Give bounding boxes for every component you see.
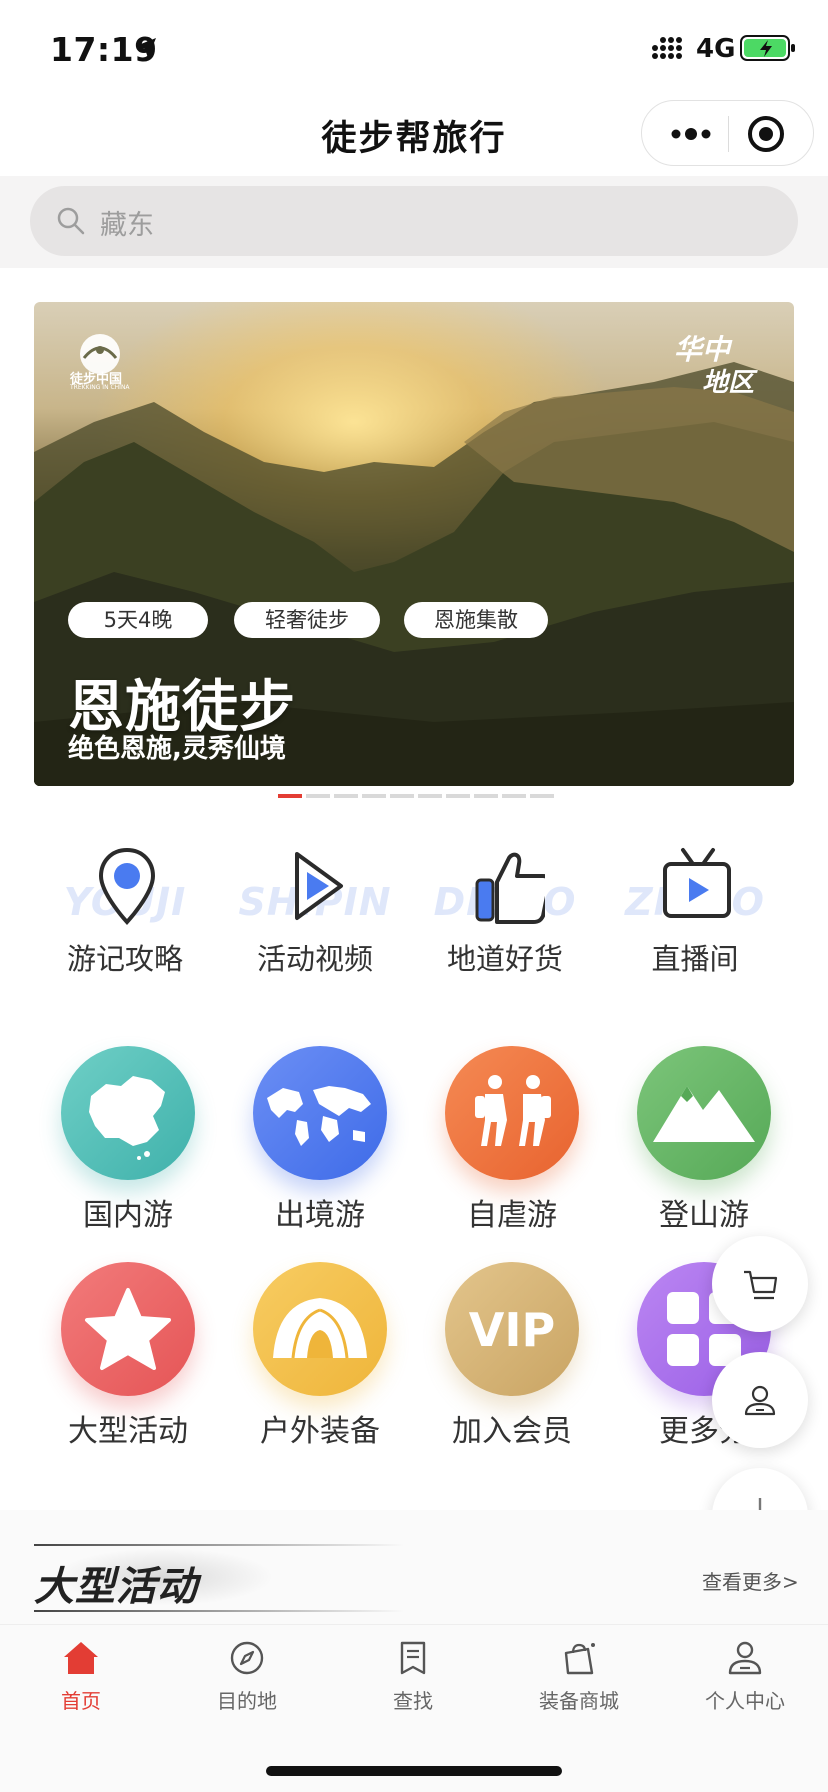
- svg-text:VIP: VIP: [469, 1303, 555, 1357]
- category-mountaineering[interactable]: 登山游: [606, 1046, 796, 1246]
- logo-subtext: TREKKING IN CHINA: [70, 384, 130, 391]
- play-icon: [295, 852, 343, 920]
- category-overseas[interactable]: 出境游: [222, 1046, 412, 1246]
- search-strip: 藏东: [0, 176, 828, 268]
- quick-label: 游记攻略: [66, 942, 183, 976]
- user-button[interactable]: [712, 1352, 808, 1448]
- signal-icon: [652, 37, 682, 59]
- vip-icon: VIP: [445, 1262, 579, 1396]
- region-label: 华中 地区: [650, 328, 790, 418]
- pager-dot: [502, 794, 526, 798]
- location-arrow-icon: [136, 38, 156, 58]
- banner-tag-meeting: 恩施集散: [404, 602, 548, 638]
- tab-label: 装备商城: [539, 1689, 619, 1713]
- status-bar: 17:19 4G: [0, 0, 828, 96]
- banner-tag-duration: 5天4晚: [68, 602, 208, 638]
- home-icon: [64, 1642, 98, 1674]
- tab-label: 个人中心: [705, 1689, 785, 1713]
- tab-gear-mall[interactable]: 装备商城: [504, 1639, 654, 1719]
- compass-icon: [230, 1641, 264, 1675]
- pager-dot: [306, 794, 330, 798]
- search-icon: [57, 207, 85, 235]
- pager-dot: [334, 794, 358, 798]
- category-hardcore[interactable]: 自虐游: [414, 1046, 604, 1246]
- quick-link-goods[interactable]: DIDAO 地道好货: [410, 846, 600, 976]
- banner-subtitle: 绝色恩施,灵秀仙境: [68, 734, 286, 764]
- tab-search[interactable]: 查找: [338, 1639, 488, 1719]
- tab-label: 首页: [61, 1689, 101, 1713]
- home-indicator: [266, 1766, 562, 1776]
- banner-pager: [278, 794, 554, 800]
- section-divider-top: [34, 1544, 404, 1546]
- tab-destination[interactable]: 目的地: [172, 1639, 322, 1719]
- see-more-link[interactable]: 查看更多>: [702, 1566, 799, 1595]
- profile-icon: [728, 1641, 762, 1675]
- quick-link-live[interactable]: ZHIBO 直播间: [600, 846, 790, 976]
- category-label: 大型活动: [68, 1414, 188, 1449]
- pager-dot: [474, 794, 498, 798]
- banner-tag-style: 轻奢徒步: [234, 602, 380, 638]
- tv-icon: [663, 848, 731, 918]
- category-label: 出境游: [275, 1198, 365, 1233]
- battery-icon: [740, 35, 795, 61]
- tab-label: 目的地: [217, 1689, 277, 1713]
- category-membership[interactable]: VIP 加入会员: [414, 1262, 604, 1462]
- title-bar: 徒步帮旅行: [0, 96, 828, 176]
- category-gear[interactable]: 户外装备: [222, 1262, 412, 1462]
- mini-program-capsule: [641, 100, 814, 166]
- quick-label: 直播间: [651, 942, 739, 976]
- world-map-icon: [253, 1046, 387, 1180]
- quick-label: 地道好货: [446, 942, 563, 976]
- hikers-icon: [445, 1046, 579, 1180]
- cart-button[interactable]: [712, 1236, 808, 1332]
- tab-home[interactable]: 首页: [6, 1639, 156, 1719]
- pager-dot: [390, 794, 414, 798]
- star-icon: [61, 1262, 195, 1396]
- pager-dot: [530, 794, 554, 798]
- more-icon[interactable]: [666, 117, 716, 151]
- category-label: 自虐游: [467, 1198, 557, 1233]
- category-big-events[interactable]: 大型活动: [30, 1262, 220, 1462]
- quick-link-travelogue[interactable]: YOUJI 游记攻略: [30, 846, 220, 976]
- thumbs-up-icon: [475, 852, 545, 924]
- capsule-divider: [728, 116, 729, 152]
- category-label: 加入会员: [452, 1414, 572, 1449]
- bag-icon: [564, 1643, 595, 1675]
- category-label: 户外装备: [260, 1414, 380, 1449]
- china-map-icon: [61, 1046, 195, 1180]
- cart-icon: [744, 1270, 778, 1300]
- tab-label: 查找: [393, 1689, 433, 1713]
- section-divider-bottom: [34, 1610, 404, 1612]
- network-type: 4G: [696, 34, 736, 64]
- search-input[interactable]: 藏东: [30, 186, 798, 256]
- close-target-icon[interactable]: [746, 114, 786, 154]
- pager-dot: [278, 794, 302, 798]
- region-line-2: 地区: [702, 368, 755, 398]
- section-header: 大型活动 查看更多>: [0, 1510, 828, 1624]
- user-icon: [744, 1385, 776, 1416]
- quick-label: 活动视频: [256, 942, 373, 976]
- search-placeholder: 藏东: [100, 210, 154, 241]
- tent-icon: [253, 1262, 387, 1396]
- hero-banner[interactable]: 徒步中国 TREKKING IN CHINA 华中 地区 5天4晚 轻奢徒步 恩…: [34, 302, 794, 786]
- section-title-wrap: 大型活动: [34, 1544, 404, 1614]
- pager-dot: [362, 794, 386, 798]
- pager-dot: [446, 794, 470, 798]
- mountain-icon: [637, 1046, 771, 1180]
- category-label: 国内游: [83, 1198, 173, 1233]
- location-pin-icon: [98, 847, 156, 925]
- quick-link-video[interactable]: SHIPIN 活动视频: [220, 846, 410, 976]
- bookmark-icon: [400, 1641, 426, 1675]
- category-domestic[interactable]: 国内游: [30, 1046, 220, 1246]
- pager-dot: [418, 794, 442, 798]
- category-label: 登山游: [659, 1198, 749, 1233]
- section-title: 大型活动: [34, 1564, 198, 1610]
- tab-profile[interactable]: 个人中心: [670, 1639, 820, 1719]
